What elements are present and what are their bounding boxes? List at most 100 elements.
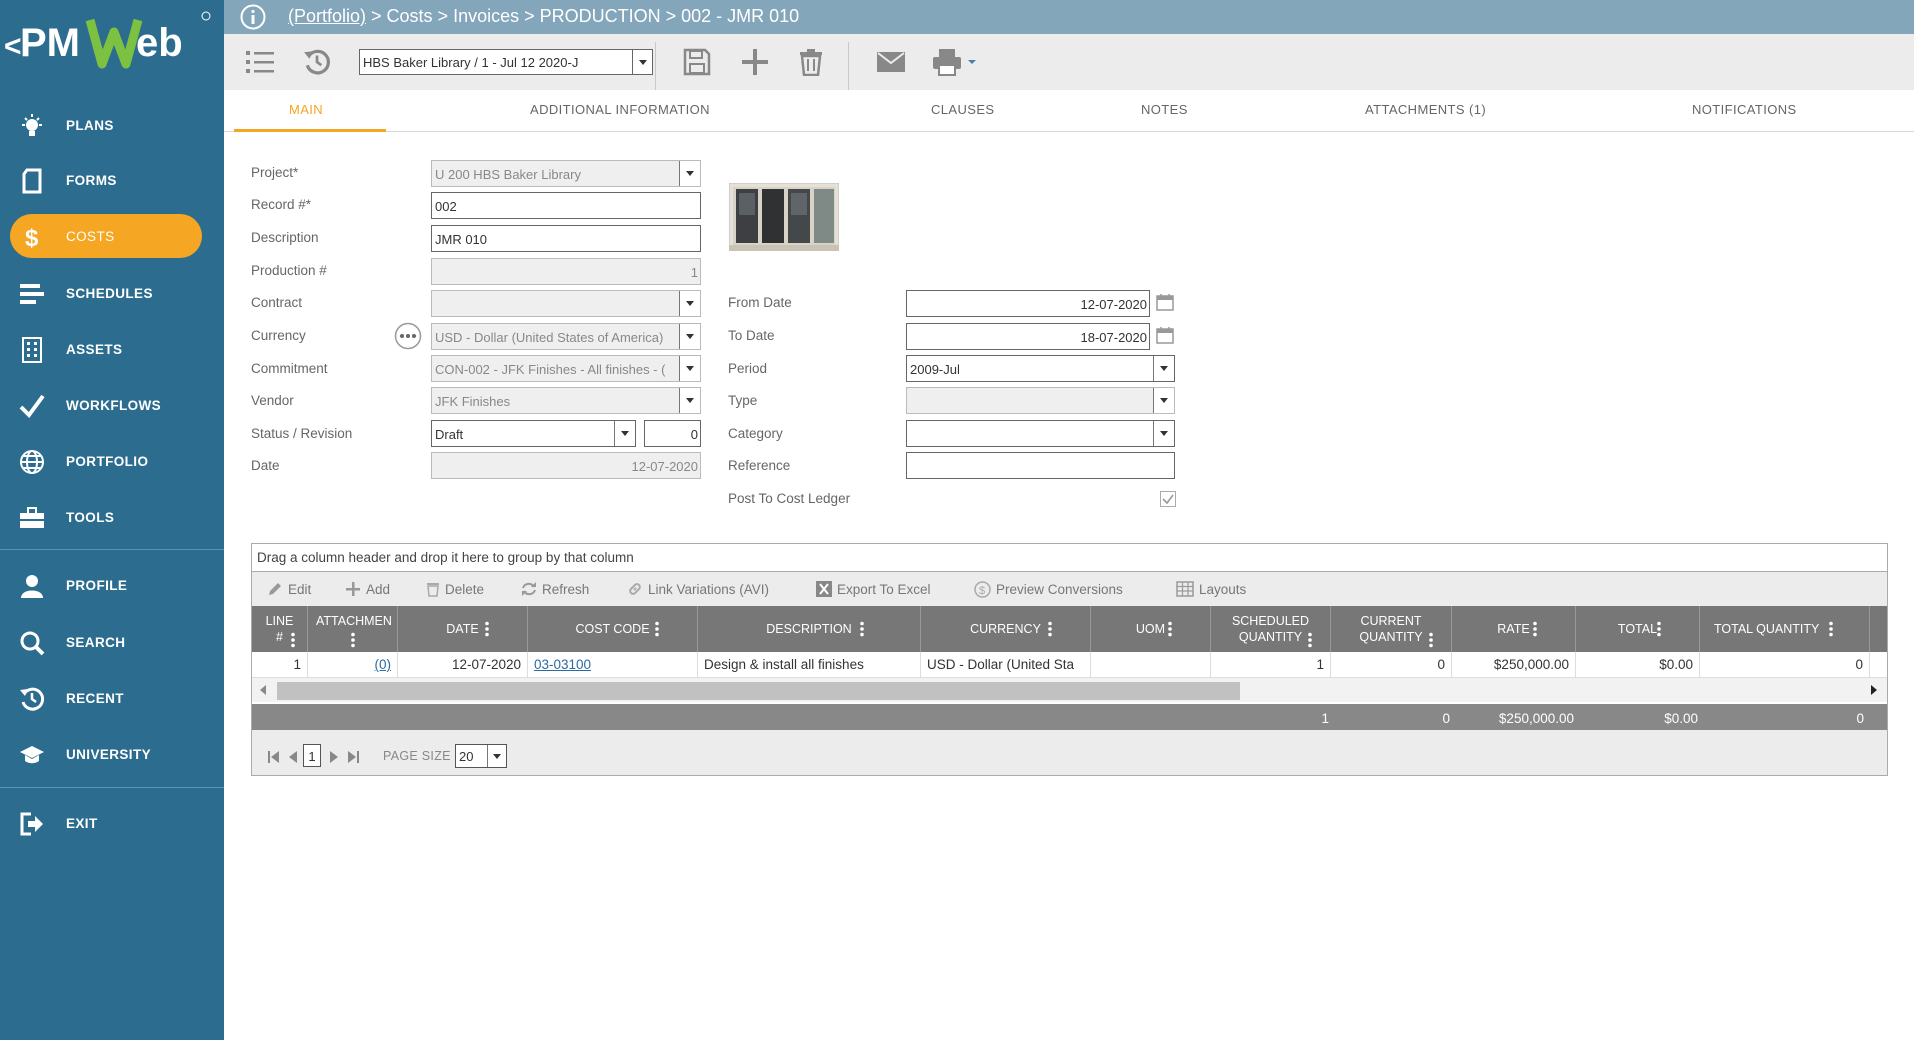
last-page-icon[interactable]: [346, 750, 360, 764]
cost-code-link[interactable]: 03-03100: [534, 657, 591, 672]
chevron-down-icon[interactable]: [487, 745, 506, 767]
column-menu-icon[interactable]: [1168, 621, 1172, 637]
sidebar-item-search[interactable]: SEARCH: [0, 619, 224, 665]
vendor-select[interactable]: JFK Finishes: [431, 387, 701, 414]
sidebar-item-plans[interactable]: PLANS: [0, 102, 224, 148]
delete-icon[interactable]: [794, 46, 828, 78]
current-page-input[interactable]: 1: [303, 744, 321, 767]
sidebar-item-workflows[interactable]: WORKFLOWS: [0, 382, 224, 428]
sidebar-item-university[interactable]: UNIVERSITY: [0, 731, 224, 777]
export-to-excel-button[interactable]: Export To Excel: [816, 581, 931, 597]
page-size-select[interactable]: 20: [455, 744, 507, 768]
calendar-icon[interactable]: [1156, 326, 1174, 344]
email-icon[interactable]: [874, 46, 908, 78]
list-icon[interactable]: [244, 46, 278, 78]
record-selector[interactable]: HBS Baker Library / 1 - Jul 12 2020-J: [359, 49, 653, 75]
project-select[interactable]: U 200 HBS Baker Library: [431, 160, 701, 187]
sidebar-item-schedules[interactable]: SCHEDULES: [0, 270, 224, 316]
column-header-description[interactable]: DESCRIPTION: [698, 606, 921, 652]
scroll-left-arrow-icon[interactable]: [259, 685, 267, 695]
column-menu-icon[interactable]: [485, 621, 489, 637]
scrollbar-thumb[interactable]: [277, 682, 1240, 700]
chevron-down-icon[interactable]: [1153, 356, 1174, 381]
column-menu-icon[interactable]: [351, 632, 355, 648]
print-icon[interactable]: [930, 46, 964, 78]
refresh-button[interactable]: Refresh: [521, 581, 589, 597]
record-thumbnail-image[interactable]: [729, 183, 839, 251]
group-by-drop-zone[interactable]: Drag a column header and drop it here to…: [252, 544, 1887, 572]
chevron-down-icon[interactable]: [679, 324, 700, 349]
column-header-currency[interactable]: CURRENCY: [921, 606, 1091, 652]
tab-additional-information[interactable]: ADDITIONAL INFORMATION: [530, 102, 710, 117]
sidebar-item-costs[interactable]: $ COSTS: [0, 213, 224, 259]
tab-notifications[interactable]: NOTIFICATIONS: [1692, 102, 1797, 117]
chevron-down-icon[interactable]: [679, 291, 700, 316]
sidebar-item-portfolio[interactable]: PORTFOLIO: [0, 438, 224, 484]
delete-button[interactable]: Delete: [426, 581, 484, 597]
status-select[interactable]: Draft: [431, 420, 636, 447]
from-date-input[interactable]: 12-07-2020: [906, 290, 1150, 317]
column-menu-icon[interactable]: [1657, 621, 1661, 637]
tab-main[interactable]: MAIN: [289, 102, 323, 117]
chevron-down-icon[interactable]: [962, 46, 982, 78]
chevron-down-icon[interactable]: [679, 356, 700, 381]
column-menu-icon[interactable]: [1829, 621, 1833, 637]
table-row[interactable]: 1 (0) 12-07-2020 03-03100 Design & insta…: [252, 652, 1887, 678]
column-header-attachments[interactable]: ATTACHMEN: [308, 606, 398, 652]
layouts-button[interactable]: Layouts: [1176, 581, 1246, 597]
save-icon[interactable]: [680, 46, 714, 78]
breadcrumb-portfolio-link[interactable]: (Portfolio): [288, 6, 366, 26]
column-header-date[interactable]: DATE: [398, 606, 528, 652]
sidebar-item-forms[interactable]: FORMS: [0, 157, 224, 203]
attachments-link[interactable]: (0): [375, 657, 392, 672]
chevron-down-icon[interactable]: [1153, 388, 1174, 413]
link-variations-button[interactable]: Link Variations (AVI): [627, 581, 769, 597]
sidebar-item-tools[interactable]: TOOLS: [0, 494, 224, 540]
chevron-down-icon[interactable]: [614, 421, 635, 446]
column-menu-icon[interactable]: [1048, 621, 1052, 637]
add-icon[interactable]: [738, 46, 772, 78]
add-button[interactable]: Add: [345, 581, 390, 597]
tab-attachments[interactable]: ATTACHMENTS (1): [1365, 102, 1486, 117]
column-header-total[interactable]: TOTAL: [1576, 606, 1700, 652]
sidebar-item-assets[interactable]: ASSETS: [0, 326, 224, 372]
sidebar-item-exit[interactable]: EXIT: [0, 800, 224, 846]
sidebar-item-recent[interactable]: RECENT: [0, 675, 224, 721]
column-header-line[interactable]: LINE #: [252, 606, 308, 652]
reference-input[interactable]: [906, 452, 1175, 479]
column-header-uom[interactable]: UOM: [1091, 606, 1211, 652]
horizontal-scrollbar[interactable]: [252, 678, 1887, 702]
category-select[interactable]: [906, 420, 1175, 447]
revision-input[interactable]: 0: [644, 420, 701, 447]
chevron-down-icon[interactable]: [632, 50, 652, 74]
preview-conversions-button[interactable]: $ Preview Conversions: [974, 581, 1123, 598]
contract-select[interactable]: [431, 290, 701, 317]
tab-clauses[interactable]: CLAUSES: [931, 102, 995, 117]
info-icon[interactable]: [240, 4, 266, 30]
column-header-rate[interactable]: RATE: [1452, 606, 1576, 652]
currency-select[interactable]: USD - Dollar (United States of America): [431, 323, 701, 350]
column-header-total-quantity[interactable]: TOTAL QUANTITY: [1700, 606, 1870, 652]
edit-button[interactable]: Edit: [267, 581, 311, 597]
previous-page-icon[interactable]: [288, 750, 298, 764]
calendar-icon[interactable]: [1156, 293, 1174, 311]
type-select[interactable]: [906, 387, 1175, 414]
next-page-icon[interactable]: [329, 750, 339, 764]
first-page-icon[interactable]: [267, 750, 281, 764]
tab-notes[interactable]: NOTES: [1141, 102, 1188, 117]
column-menu-icon[interactable]: [1429, 632, 1433, 648]
to-date-input[interactable]: 18-07-2020: [906, 323, 1150, 350]
sidebar-item-profile[interactable]: PROFILE: [0, 562, 224, 608]
more-options-icon[interactable]: [394, 322, 422, 350]
scroll-right-arrow-icon[interactable]: [1870, 685, 1878, 695]
column-header-scheduled-quantity[interactable]: SCHEDULED QUANTITY: [1211, 606, 1331, 652]
commitment-select[interactable]: CON-002 - JFK Finishes - All finishes - …: [431, 355, 701, 382]
pmweb-logo[interactable]: < PM eb: [4, 6, 220, 76]
column-header-current-quantity[interactable]: CURRENT QUANTITY: [1331, 606, 1452, 652]
post-to-cost-ledger-checkbox[interactable]: [1160, 491, 1176, 507]
chevron-down-icon[interactable]: [679, 161, 700, 186]
column-menu-icon[interactable]: [1533, 621, 1537, 637]
column-menu-icon[interactable]: [655, 621, 659, 637]
record-input[interactable]: 002: [431, 192, 701, 219]
column-menu-icon[interactable]: [1308, 632, 1312, 648]
